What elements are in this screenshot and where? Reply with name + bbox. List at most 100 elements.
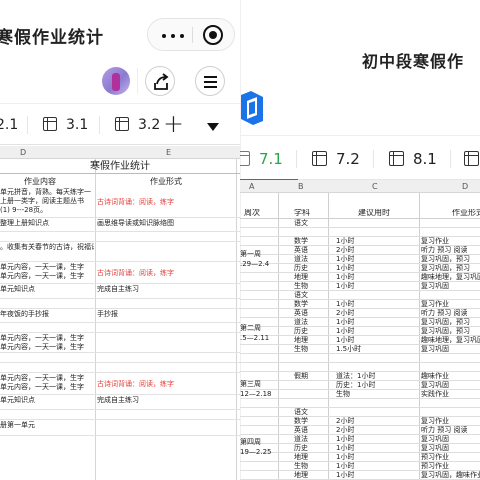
table-cell[interactable]: 复习作业 [421,300,449,308]
table-cell[interactable]: 地理 [294,273,308,281]
menu-button[interactable] [195,66,225,96]
tab-3-2[interactable]: 3.2 [115,115,160,135]
table-cell[interactable]: 历史 [294,264,308,272]
table-row[interactable]: 英语 2小时 听力 预习 阅读 [240,246,480,255]
table-cell[interactable]: 趣味地理，复习巩固 [421,336,480,344]
table-cell[interactable]: 1.5小时 [336,345,361,353]
table-row[interactable]: 册第一单元 [0,420,240,436]
table-row[interactable]: 地理 1小时 复习巩固，趣味作业 [240,471,480,480]
table-row[interactable]: 道法 1小时 复习巩固 [240,435,480,444]
table-row[interactable] [0,353,240,363]
tab-2-1[interactable]: 2.1 [0,115,18,135]
table-row[interactable]: 生物 1.5小时 复习巩固 [240,345,480,354]
table-row[interactable]: 假期 道法：1小时 趣味作业 [240,372,480,381]
table-row[interactable]: 地理 1小时 趣味地理，复习巩固 [240,273,480,282]
table-row[interactable]: 地理 1小时 预习作业 [240,453,480,462]
table-cell[interactable]: 趣味作业 [421,372,449,380]
table-cell[interactable]: 复习作业 [421,237,449,245]
table-cell[interactable]: 数学 [294,300,308,308]
table-cell[interactable]: 1小时 [336,300,354,308]
table-row[interactable]: 历史 1小时 复习巩固，预习 [240,264,480,273]
table-cell[interactable]: 1小时 [336,327,354,335]
table-row[interactable]: 生物 1小时 复习巩固 [240,282,480,291]
content-cell[interactable]: 年夜饭的手抄报 [0,310,94,319]
table-cell[interactable]: 道法 [294,435,308,443]
table-cell[interactable]: 复习巩固 [421,381,449,389]
tab-more[interactable] [464,148,480,170]
table-cell[interactable]: 1小时 [336,471,354,479]
table-cell[interactable]: 复习作业 [421,417,449,425]
table-cell[interactable]: 听力 预习 阅读 [421,246,467,254]
content-cell[interactable]: 单元内容，一天一课，生字 单元内容，一天一课，生字 [0,334,94,352]
plus-icon[interactable]: + [163,111,184,136]
caret-down-icon[interactable] [207,123,219,131]
table-row[interactable] [240,399,480,408]
form-cell[interactable]: 古诗词背诵：阅读，练字 [97,380,240,389]
table-cell[interactable]: 1小时 [336,255,354,263]
table-cell[interactable]: 历史 [294,444,308,452]
table-row[interactable] [240,363,480,372]
table-cell[interactable]: 2小时 [336,246,354,254]
content-cell[interactable]: 。收集有关春节的古诗，祝福语写在练习本上 [0,243,94,252]
table-cell[interactable]: 历史 [294,327,308,335]
table-row[interactable]: 单元内容，一天一课，生字 单元内容，一天一课，生字 古诗词背诵：阅读，练字 [0,373,240,395]
table-row[interactable]: 道法 1小时 复习巩固，预习 [240,255,480,264]
table-cell[interactable]: 地理 [294,336,308,344]
table-cell[interactable]: 生物 [294,282,308,290]
table-row[interactable]: 语文 [240,408,480,417]
form-cell[interactable]: 完成自主练习 [97,285,240,294]
table-cell[interactable]: 英语 [294,426,308,434]
table-cell[interactable]: 1小时 [336,336,354,344]
table-cell[interactable]: 复习巩固，趣味作业 [421,471,480,479]
table-row[interactable] [0,299,240,309]
table-cell[interactable]: 英语 [294,246,308,254]
more-dots-icon[interactable] [162,34,184,38]
content-cell[interactable]: 单元内容，一天一课，生字 单元内容，一天一课，生字 [0,374,94,392]
table-cell[interactable]: 实践作业 [421,390,449,398]
table-cell[interactable]: 2小时 [336,417,354,425]
table-cell[interactable]: 复习巩固，预习 [421,327,470,335]
mini-program-capsule[interactable] [147,18,235,51]
tab-3-1[interactable]: 3.1 [43,115,88,135]
table-cell[interactable]: 听力 预习 阅读 [421,426,467,434]
form-cell[interactable]: 手抄报 [97,310,240,319]
content-cell[interactable]: 单元内容，一天一课，生字 单元内容，一天一课，生字 [0,263,94,281]
table-cell[interactable]: 复习巩固，预习 [421,264,470,272]
table-row[interactable]: 地理 1小时 趣味地理，复习巩固 [240,336,480,345]
column-header[interactable]: A [249,182,254,191]
table-row[interactable]: 。收集有关春节的古诗，祝福语写在练习本上 [0,242,240,262]
table-cell[interactable]: 英语 [294,309,308,317]
table-cell[interactable]: 道法 [294,255,308,263]
table-cell[interactable]: 语文 [294,408,308,416]
table-cell[interactable]: 复习巩固 [421,282,449,290]
table-row[interactable]: 单元内容，一天一课，生字 单元内容，一天一课，生字 [0,333,240,353]
table-row[interactable]: 数学 1小时 复习作业 [240,237,480,246]
table-row[interactable]: 整理上册知识点 画思维导读或知识脉络图 [0,218,240,232]
table-cell[interactable]: 复习巩固 [421,435,449,443]
table-cell[interactable]: 复习巩固 [421,345,449,353]
table-row[interactable] [0,323,240,333]
table-row[interactable]: 历史 1小时 复习巩固，预习 [240,327,480,336]
table-cell[interactable]: 1小时 [336,237,354,245]
table-cell[interactable]: 复习巩固 [421,444,449,452]
spreadsheet[interactable]: 寒假作业统计 作业内容 作业形式 单元拼音，背熟。每天练字一 上册一类字，阅读主… [0,159,240,480]
share-button[interactable] [145,66,175,96]
table-row[interactable]: 生物 1小时 预习作业 [240,462,480,471]
table-cell[interactable]: 1小时 [336,273,354,281]
table-cell[interactable]: 预习作业 [421,462,449,470]
table-cell[interactable]: 1小时 [336,453,354,461]
table-row[interactable] [240,228,480,237]
table-row[interactable]: 数学 1小时 复习作业 [240,300,480,309]
table-cell[interactable]: 生物 [294,345,308,353]
table-cell[interactable]: 1小时 [336,282,354,290]
table-cell[interactable]: 1小时 [336,462,354,470]
table-cell[interactable]: 道法：1小时 [336,372,375,380]
table-cell[interactable]: 1小时 [336,444,354,452]
form-cell[interactable]: 古诗词背诵：阅读，练字 [97,269,240,278]
table-cell[interactable]: 1小时 [336,264,354,272]
column-header[interactable]: D [462,182,468,191]
table-row[interactable] [240,354,480,363]
table-row[interactable]: 语文 [240,219,480,228]
table-row[interactable]: 英语 2小时 听力 预习 阅读 [240,426,480,435]
table-row[interactable]: 单元知识点 完成自主练习 [0,395,240,410]
